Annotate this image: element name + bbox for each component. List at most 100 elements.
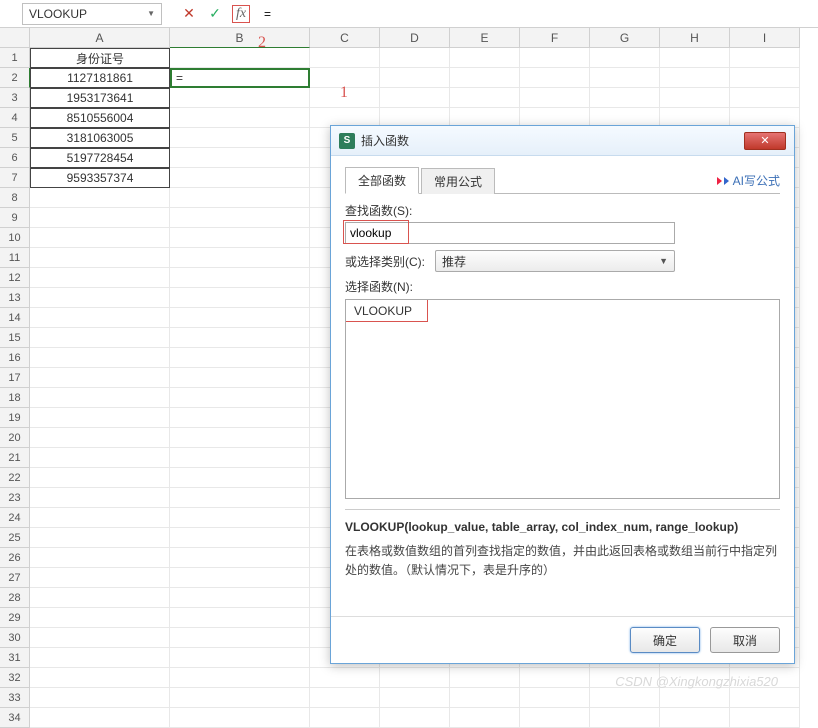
- cell-A22[interactable]: [30, 468, 170, 488]
- cell-A15[interactable]: [30, 328, 170, 348]
- cell-E33[interactable]: [450, 688, 520, 708]
- cell-B14[interactable]: [170, 308, 310, 328]
- chevron-down-icon[interactable]: ▼: [147, 9, 155, 18]
- col-header-I[interactable]: I: [730, 28, 800, 48]
- cell-B32[interactable]: [170, 668, 310, 688]
- row-header-23[interactable]: 23: [0, 488, 30, 508]
- cell-B8[interactable]: [170, 188, 310, 208]
- cell-A6[interactable]: 5197728454: [30, 148, 170, 168]
- cancel-icon[interactable]: ✕: [180, 5, 198, 23]
- formula-input[interactable]: [258, 3, 818, 25]
- cell-G33[interactable]: [590, 688, 660, 708]
- cell-A14[interactable]: [30, 308, 170, 328]
- cell-A5[interactable]: 3181063005: [30, 128, 170, 148]
- cell-B27[interactable]: [170, 568, 310, 588]
- category-select[interactable]: 推荐 ▼: [435, 250, 675, 272]
- cell-A17[interactable]: [30, 368, 170, 388]
- row-header-34[interactable]: 34: [0, 708, 30, 728]
- cell-D33[interactable]: [380, 688, 450, 708]
- cell-A21[interactable]: [30, 448, 170, 468]
- function-list[interactable]: VLOOKUP: [345, 299, 780, 499]
- cell-B10[interactable]: [170, 228, 310, 248]
- cell-B33[interactable]: [170, 688, 310, 708]
- cell-E2[interactable]: [450, 68, 520, 88]
- name-box[interactable]: VLOOKUP ▼: [22, 3, 162, 25]
- cell-G3[interactable]: [590, 88, 660, 108]
- fx-icon[interactable]: fx: [232, 5, 250, 23]
- cell-B13[interactable]: [170, 288, 310, 308]
- row-header-17[interactable]: 17: [0, 368, 30, 388]
- row-header-20[interactable]: 20: [0, 428, 30, 448]
- row-header-3[interactable]: 3: [0, 88, 30, 108]
- cell-A34[interactable]: [30, 708, 170, 728]
- cell-A11[interactable]: [30, 248, 170, 268]
- select-all-corner[interactable]: [0, 28, 30, 48]
- cell-B16[interactable]: [170, 348, 310, 368]
- tab-common-formulas[interactable]: 常用公式: [421, 168, 495, 194]
- cell-G2[interactable]: [590, 68, 660, 88]
- cell-A27[interactable]: [30, 568, 170, 588]
- cell-D32[interactable]: [380, 668, 450, 688]
- close-icon[interactable]: ✕: [744, 132, 786, 150]
- col-header-C[interactable]: C: [310, 28, 380, 48]
- cell-H34[interactable]: [660, 708, 730, 728]
- cell-H33[interactable]: [660, 688, 730, 708]
- cell-B6[interactable]: [170, 148, 310, 168]
- cell-A1[interactable]: 身份证号: [30, 48, 170, 68]
- row-header-7[interactable]: 7: [0, 168, 30, 188]
- cell-B24[interactable]: [170, 508, 310, 528]
- function-item-vlookup[interactable]: VLOOKUP: [346, 300, 779, 323]
- col-header-B[interactable]: B: [170, 28, 310, 48]
- cell-C1[interactable]: [310, 48, 380, 68]
- cell-B34[interactable]: [170, 708, 310, 728]
- cell-A32[interactable]: [30, 668, 170, 688]
- cell-A26[interactable]: [30, 548, 170, 568]
- cell-A8[interactable]: [30, 188, 170, 208]
- row-header-12[interactable]: 12: [0, 268, 30, 288]
- col-header-E[interactable]: E: [450, 28, 520, 48]
- cell-E34[interactable]: [450, 708, 520, 728]
- row-header-33[interactable]: 33: [0, 688, 30, 708]
- cell-A3[interactable]: 1953173641: [30, 88, 170, 108]
- cell-B19[interactable]: [170, 408, 310, 428]
- cell-F34[interactable]: [520, 708, 590, 728]
- cell-C34[interactable]: [310, 708, 380, 728]
- row-header-16[interactable]: 16: [0, 348, 30, 368]
- row-header-30[interactable]: 30: [0, 628, 30, 648]
- cell-B29[interactable]: [170, 608, 310, 628]
- cell-A10[interactable]: [30, 228, 170, 248]
- row-header-24[interactable]: 24: [0, 508, 30, 528]
- cell-I3[interactable]: [730, 88, 800, 108]
- cell-D34[interactable]: [380, 708, 450, 728]
- cell-A4[interactable]: 8510556004: [30, 108, 170, 128]
- cell-B7[interactable]: [170, 168, 310, 188]
- row-header-28[interactable]: 28: [0, 588, 30, 608]
- cell-H2[interactable]: [660, 68, 730, 88]
- cell-G32[interactable]: [590, 668, 660, 688]
- cell-A25[interactable]: [30, 528, 170, 548]
- cell-F1[interactable]: [520, 48, 590, 68]
- cell-A33[interactable]: [30, 688, 170, 708]
- row-header-27[interactable]: 27: [0, 568, 30, 588]
- cell-B17[interactable]: [170, 368, 310, 388]
- cell-B2[interactable]: =: [170, 68, 310, 88]
- cell-B4[interactable]: [170, 108, 310, 128]
- cell-B20[interactable]: [170, 428, 310, 448]
- cell-H3[interactable]: [660, 88, 730, 108]
- row-header-6[interactable]: 6: [0, 148, 30, 168]
- cell-B3[interactable]: [170, 88, 310, 108]
- cell-B11[interactable]: [170, 248, 310, 268]
- row-header-26[interactable]: 26: [0, 548, 30, 568]
- row-header-29[interactable]: 29: [0, 608, 30, 628]
- cell-H1[interactable]: [660, 48, 730, 68]
- cell-A30[interactable]: [30, 628, 170, 648]
- cell-A9[interactable]: [30, 208, 170, 228]
- row-header-2[interactable]: 2: [0, 68, 30, 88]
- cell-B31[interactable]: [170, 648, 310, 668]
- cell-I1[interactable]: [730, 48, 800, 68]
- cell-A7[interactable]: 9593357374: [30, 168, 170, 188]
- cell-C3[interactable]: [310, 88, 380, 108]
- row-header-11[interactable]: 11: [0, 248, 30, 268]
- cell-A13[interactable]: [30, 288, 170, 308]
- cell-I2[interactable]: [730, 68, 800, 88]
